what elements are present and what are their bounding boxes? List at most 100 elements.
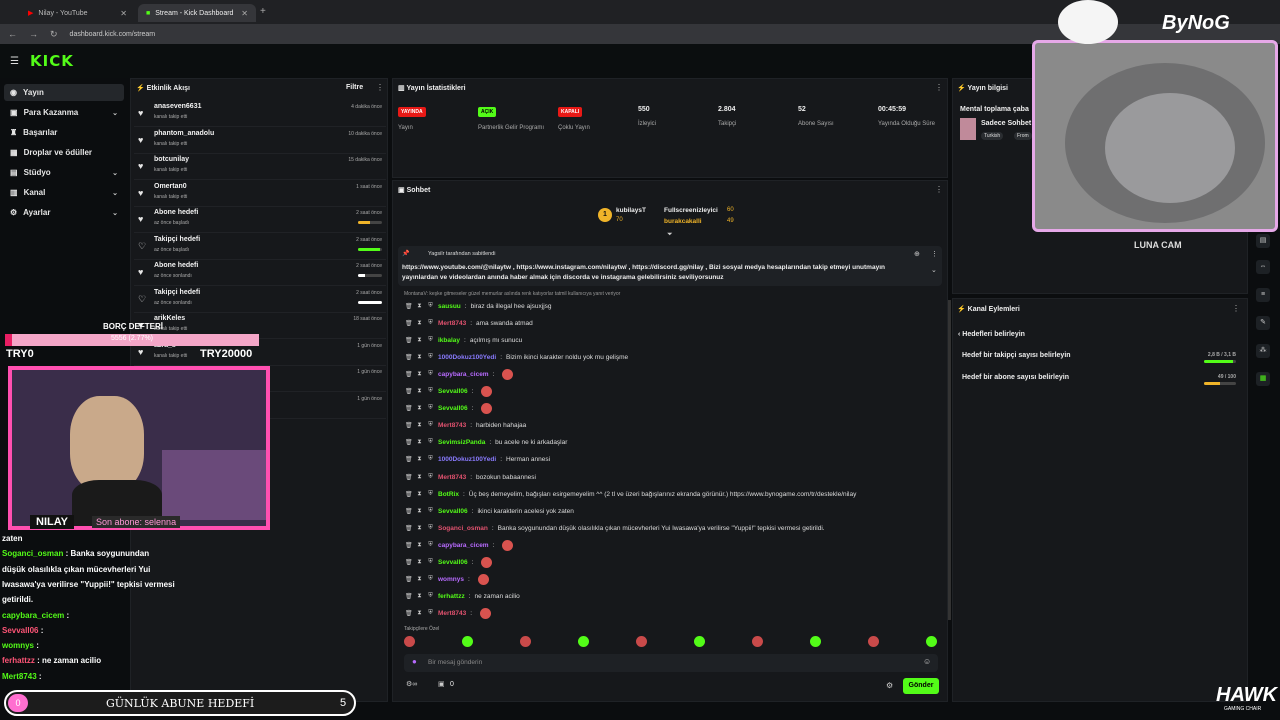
tab-kick-dashboard[interactable]: ■ Stream - Kick Dashboard ✕ (138, 4, 256, 22)
new-tab-icon[interactable]: + (260, 6, 266, 17)
chat-username[interactable]: Mert8743 (438, 474, 466, 481)
settings-icon[interactable]: ⚙∞ (406, 680, 417, 688)
menu-icon[interactable]: ☰ (10, 56, 19, 67)
trash-icon[interactable]: 🗑 (405, 610, 413, 617)
leaderboard-user[interactable]: Fullscreenizleyici (664, 207, 718, 214)
shield-icon[interactable]: ⛨ (427, 303, 434, 310)
timeout-icon[interactable]: ⧗ (416, 388, 423, 395)
timeout-icon[interactable]: ⧗ (416, 593, 423, 600)
sidebar-item-studyo[interactable]: ▤ Stüdyo ⌄ (4, 164, 124, 181)
tab-youtube[interactable]: ▶ Nilay - YouTube ✕ (20, 4, 135, 22)
chat-username[interactable]: 1000Dokuz100Yedi (438, 354, 496, 361)
kick-logo[interactable]: KICK (30, 52, 74, 70)
chat-username[interactable]: Sevvall06 (438, 559, 468, 566)
timeout-icon[interactable]: ⧗ (416, 508, 423, 515)
chat-message[interactable]: 🗑 ⧗ ⛨ ferhattzz: ne zaman acilio (405, 589, 945, 605)
users-icon[interactable]: ⁂ (1256, 344, 1270, 358)
close-icon[interactable]: ✕ (120, 9, 127, 18)
chat-message[interactable]: 🗑 ⧗ ⛨ Mert8743: (405, 606, 945, 622)
activity-user[interactable]: anaseven6631 (154, 103, 201, 110)
chat-username[interactable]: 1000Dokuz100Yedi (438, 456, 496, 463)
timeout-icon[interactable]: ⧗ (416, 337, 423, 344)
shield-icon[interactable]: ⛨ (427, 491, 434, 498)
chat-message[interactable]: 🗑 ⧗ ⛨ Mert8743: ama swanda atmad (405, 315, 945, 331)
activity-user[interactable]: phantom_anadolu (154, 130, 214, 137)
shield-icon[interactable]: ⛨ (427, 559, 434, 566)
more-icon[interactable]: ⋮ (1232, 304, 1240, 313)
chat-username[interactable]: ikbalay (438, 337, 460, 344)
chat-message[interactable]: 🗑 ⧗ ⛨ Sevvall06: ikinci karakterin acelesi y… (405, 503, 945, 519)
activity-item[interactable]: ♥ botcunilay kanalı takip etti 15 dakika ön… (134, 154, 386, 180)
shield-icon[interactable]: ⛨ (427, 593, 434, 600)
back-icon[interactable]: ← (8, 29, 17, 39)
chat-username[interactable]: BotRix (438, 491, 459, 498)
list-icon[interactable]: ≡ (1256, 288, 1270, 302)
emoji-icon[interactable]: ☺ (923, 657, 931, 666)
timeout-icon[interactable]: ⧗ (416, 320, 423, 327)
chat-username[interactable]: Sevvall06 (438, 508, 468, 515)
activity-item[interactable]: ♡ Takipçi hedefi az önce sonlandı 2 saat ön… (134, 287, 386, 313)
emote-button[interactable] (404, 636, 415, 647)
more-icon[interactable]: ⋮ (376, 83, 384, 92)
chat-message[interactable]: 🗑 ⧗ ⛨ sausuu: biraz da illegal hee ajsuxjjsg (405, 298, 945, 314)
chat-username[interactable]: sausuu (438, 303, 461, 310)
trash-icon[interactable]: 🗑 (405, 576, 413, 583)
reload-icon[interactable]: ↻ (50, 29, 58, 40)
chat-message[interactable]: 🗑 ⧗ ⛨ 1000Dokuz100Yedi: Herman annesi (405, 452, 945, 468)
emote-button[interactable] (578, 636, 589, 647)
timeout-icon[interactable]: ⧗ (416, 491, 423, 498)
sidebar-item-para-kazanma[interactable]: ▣ Para Kazanma ⌄ (4, 104, 124, 121)
activity-item[interactable]: ♥ Omertan0 kanalı takip etti 1 saat önce (134, 181, 386, 207)
goal-subscriber[interactable]: Hedef bir abone sayısı belirleyin 49 / 1… (962, 374, 1238, 394)
sidebar-item-basarilar[interactable]: ♜ Başarılar (4, 124, 124, 141)
chat-username[interactable]: Soganci_osman (438, 525, 488, 532)
close-icon[interactable]: ✕ (241, 9, 248, 18)
chat-input-placeholder[interactable]: Bir mesaj gönderin (428, 659, 482, 666)
chat-username[interactable]: Sevvall06 (438, 405, 468, 412)
chat-username[interactable]: Sevvall06 (438, 388, 468, 395)
timeout-icon[interactable]: ⧗ (416, 371, 423, 378)
shield-icon[interactable]: ⛨ (427, 439, 434, 446)
gear-icon[interactable]: ⚙ (886, 681, 893, 690)
trash-icon[interactable]: 🗑 (405, 456, 413, 463)
link-icon[interactable]: ⇔ (1256, 260, 1270, 274)
emote-button[interactable] (868, 636, 879, 647)
trash-icon[interactable]: 🗑 (405, 491, 413, 498)
timeout-icon[interactable]: ⧗ (416, 559, 423, 566)
timeout-icon[interactable]: ⧗ (416, 405, 423, 412)
timeout-icon[interactable]: ⧗ (416, 610, 423, 617)
chat-message[interactable]: 🗑 ⧗ ⛨ Sevvall06: (405, 384, 945, 400)
timeout-icon[interactable]: ⧗ (416, 525, 423, 532)
activity-item[interactable]: ♥ Abone hedefi az önce sonlandı 2 saat önce (134, 260, 386, 286)
timeout-icon[interactable]: ⧗ (416, 576, 423, 583)
trash-icon[interactable]: 🗑 (405, 593, 413, 600)
activity-user[interactable]: Abone hedefi (154, 209, 198, 216)
more-icon[interactable]: ⋮ (935, 83, 943, 92)
activity-user[interactable]: Takipçi hedefi (154, 236, 200, 243)
trash-icon[interactable]: 🗑 (405, 542, 413, 549)
timeout-icon[interactable]: ⧗ (416, 542, 423, 549)
chat-icon[interactable]: ▤ (1256, 234, 1270, 248)
collapse-icon[interactable]: ⏷ (667, 231, 673, 239)
calendar-icon[interactable]: ▦ (1256, 372, 1270, 386)
chat-message[interactable]: 🗑 ⧗ ⛨ Sevvall06: (405, 401, 945, 417)
emote-button[interactable] (694, 636, 705, 647)
shield-icon[interactable]: ⛨ (427, 576, 434, 583)
forward-icon[interactable]: → (29, 29, 38, 39)
chat-username[interactable]: Mert8743 (438, 320, 466, 327)
chat-scrollbar[interactable] (948, 300, 951, 620)
trash-icon[interactable]: 🗑 (405, 371, 413, 378)
activity-user[interactable]: Abone hedefi (154, 262, 198, 269)
trash-icon[interactable]: 🗑 (405, 388, 413, 395)
shield-icon[interactable]: ⛨ (427, 542, 434, 549)
shield-icon[interactable]: ⛨ (427, 474, 434, 481)
emote-button[interactable] (520, 636, 531, 647)
pinned-text[interactable]: https://www.youtube.com/@nilaytw , https… (402, 263, 912, 283)
goal-follower[interactable]: Hedef bir takipçi sayısı belirleyin 2,8 … (962, 352, 1238, 372)
chat-message[interactable]: 🗑 ⧗ ⛨ Mert8743: bozokun babaannesi (405, 469, 945, 485)
chat-message[interactable]: 🗑 ⧗ ⛨ Mert8743: harbiden hahajaa (405, 418, 945, 434)
shield-icon[interactable]: ⛨ (427, 405, 434, 412)
back-button[interactable]: ‹ Hedefleri belirleyin (958, 331, 1025, 338)
trash-icon[interactable]: 🗑 (405, 559, 413, 566)
send-button[interactable]: Gönder (903, 678, 939, 694)
